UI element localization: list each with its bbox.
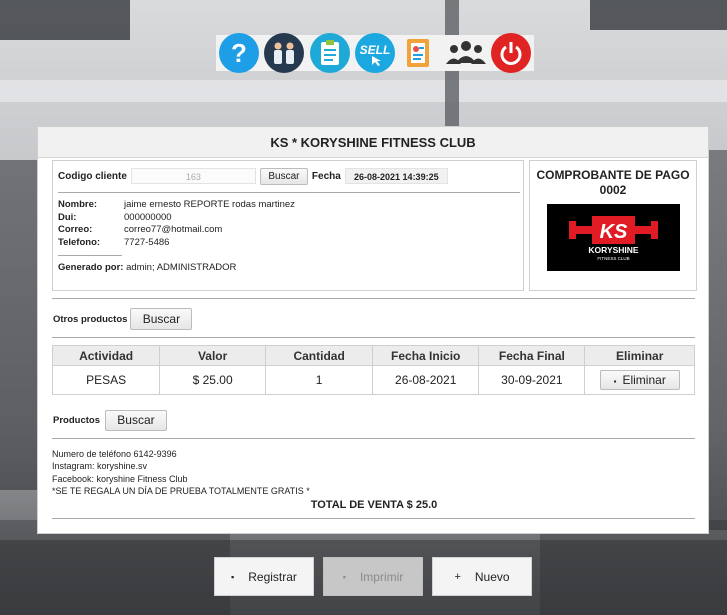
cell-delete: ▪ Eliminar bbox=[584, 365, 695, 395]
svg-text:FITNESS CLUB: FITNESS CLUB bbox=[597, 256, 629, 261]
koryshine-logo: KS KORYSHINE FITNESS CLUB bbox=[546, 204, 680, 271]
products-search-button[interactable]: Buscar bbox=[104, 410, 167, 431]
col-start-date: Fecha Inicio bbox=[372, 345, 480, 366]
new-button[interactable]: + Nuevo bbox=[432, 557, 532, 596]
client-name: jaime ernesto REPORTE rodas martinez bbox=[124, 199, 295, 210]
activities-table: Actividad Valor Cantidad Fecha Inicio Fe… bbox=[51, 345, 695, 395]
col-activity: Actividad bbox=[51, 345, 161, 366]
client-phone: 7727-5486 bbox=[124, 236, 170, 248]
cell-activity: PESAS bbox=[51, 365, 161, 395]
report-icon[interactable] bbox=[400, 33, 440, 73]
short-divider bbox=[58, 255, 122, 256]
svg-text:KORYSHINE: KORYSHINE bbox=[588, 245, 639, 255]
client-search-button[interactable]: Buscar bbox=[259, 167, 308, 185]
print-icon: ▪ bbox=[342, 571, 346, 582]
svg-text:KS: KS bbox=[599, 221, 627, 243]
trash-icon: ▪ bbox=[613, 377, 617, 386]
footer-phone: Numero de teléfono 6142-9396 bbox=[52, 449, 177, 459]
plus-icon: + bbox=[454, 570, 461, 583]
section-divider-4 bbox=[52, 518, 695, 519]
client-phone-row: Telefono: 7727-5486 bbox=[58, 236, 170, 248]
products-label: Productos bbox=[53, 415, 100, 426]
client-email: correo77@hotmail.com bbox=[124, 224, 223, 235]
col-delete: Eliminar bbox=[584, 345, 695, 366]
other-products-label: Otros productos bbox=[53, 313, 128, 325]
help-icon[interactable]: ? bbox=[218, 33, 259, 73]
footer-facebook: Facebook: koryshine Fitness Club bbox=[52, 473, 188, 484]
receipt-box: COMPROBANTE DE PAGO 0002 KS KORYSHINE FI… bbox=[529, 160, 697, 291]
products-row: Productos Buscar bbox=[53, 410, 167, 431]
receipt-title: COMPROBANTE DE PAGO 0002 bbox=[530, 168, 696, 198]
client-code-input[interactable]: 163 bbox=[130, 168, 256, 184]
power-icon[interactable] bbox=[491, 33, 532, 73]
client-name-row: Nombre: jaime ernesto REPORTE rodas marti… bbox=[58, 199, 295, 210]
client-details: Nombre: jaime ernesto REPORTE rodas marti… bbox=[58, 199, 295, 249]
generated-by: Generado por: admin; ADMINISTRADOR bbox=[58, 262, 237, 273]
client-dui-row: Dui: 000000000 bbox=[58, 211, 172, 223]
section-divider-3 bbox=[52, 438, 695, 439]
sell-icon[interactable]: SELL bbox=[354, 33, 395, 73]
col-end-date: Fecha Final bbox=[478, 345, 586, 366]
footer-instagram: Instagram: koryshine.sv bbox=[52, 461, 148, 472]
receipt-number: 0002 bbox=[599, 183, 627, 197]
cell-value: $ 25.00 bbox=[159, 365, 267, 395]
col-quantity: Cantidad bbox=[265, 345, 374, 366]
panel-title: KS * KORYSHINE FITNESS CLUB bbox=[38, 127, 708, 158]
section-divider-1 bbox=[52, 298, 695, 299]
clipboard-icon[interactable] bbox=[309, 33, 350, 73]
date-field: 26-08-2021 14:39:25 bbox=[344, 168, 448, 184]
date-label: Fecha bbox=[311, 170, 341, 182]
col-value: Valor bbox=[159, 345, 267, 366]
main-toolbar: ? SELL bbox=[216, 33, 534, 73]
print-button[interactable]: ▪ Imprimir bbox=[323, 557, 423, 596]
client-email-row: Correo: correo77@hotmail.com bbox=[58, 224, 223, 235]
users-icon[interactable] bbox=[264, 33, 305, 73]
cell-quantity: 1 bbox=[265, 365, 374, 395]
sell-label: SELL bbox=[360, 43, 391, 57]
cell-end-date: 30-09-2021 bbox=[478, 365, 586, 395]
client-dui: 000000000 bbox=[124, 211, 172, 223]
sale-total: TOTAL DE VENTA $ 25.0 bbox=[310, 499, 438, 511]
sale-panel: KS * KORYSHINE FITNESS CLUB Codigo clien… bbox=[37, 126, 709, 534]
client-code-label: Codigo cliente bbox=[58, 170, 127, 182]
other-products-search-button[interactable]: Buscar bbox=[130, 308, 193, 330]
footer-info: Numero de teléfono 6142-9396 Instagram: … bbox=[52, 448, 310, 498]
save-icon: ▪ bbox=[231, 571, 235, 582]
cell-start-date: 26-08-2021 bbox=[372, 365, 480, 395]
client-info-box: Codigo cliente 163 Buscar Fecha 26-08-20… bbox=[52, 160, 524, 291]
other-products-row: Otros productos Buscar bbox=[53, 308, 193, 330]
generated-by-value: admin; ADMINISTRADOR bbox=[126, 262, 237, 273]
table-header-row: Actividad Valor Cantidad Fecha Inicio Fe… bbox=[51, 345, 695, 366]
delete-row-button[interactable]: ▪ Eliminar bbox=[599, 370, 680, 390]
table-row: PESAS $ 25.00 1 26-08-2021 30-09-2021 ▪ E… bbox=[51, 365, 695, 395]
register-button[interactable]: ▪ Registrar bbox=[214, 557, 314, 596]
client-divider bbox=[58, 192, 520, 193]
footer-promo: *SE TE REGALA UN DÍA DE PRUEBA TOTALMENT… bbox=[52, 486, 310, 497]
svg-text:?: ? bbox=[231, 40, 247, 66]
section-divider-2 bbox=[52, 337, 695, 338]
group-icon[interactable] bbox=[445, 33, 486, 73]
